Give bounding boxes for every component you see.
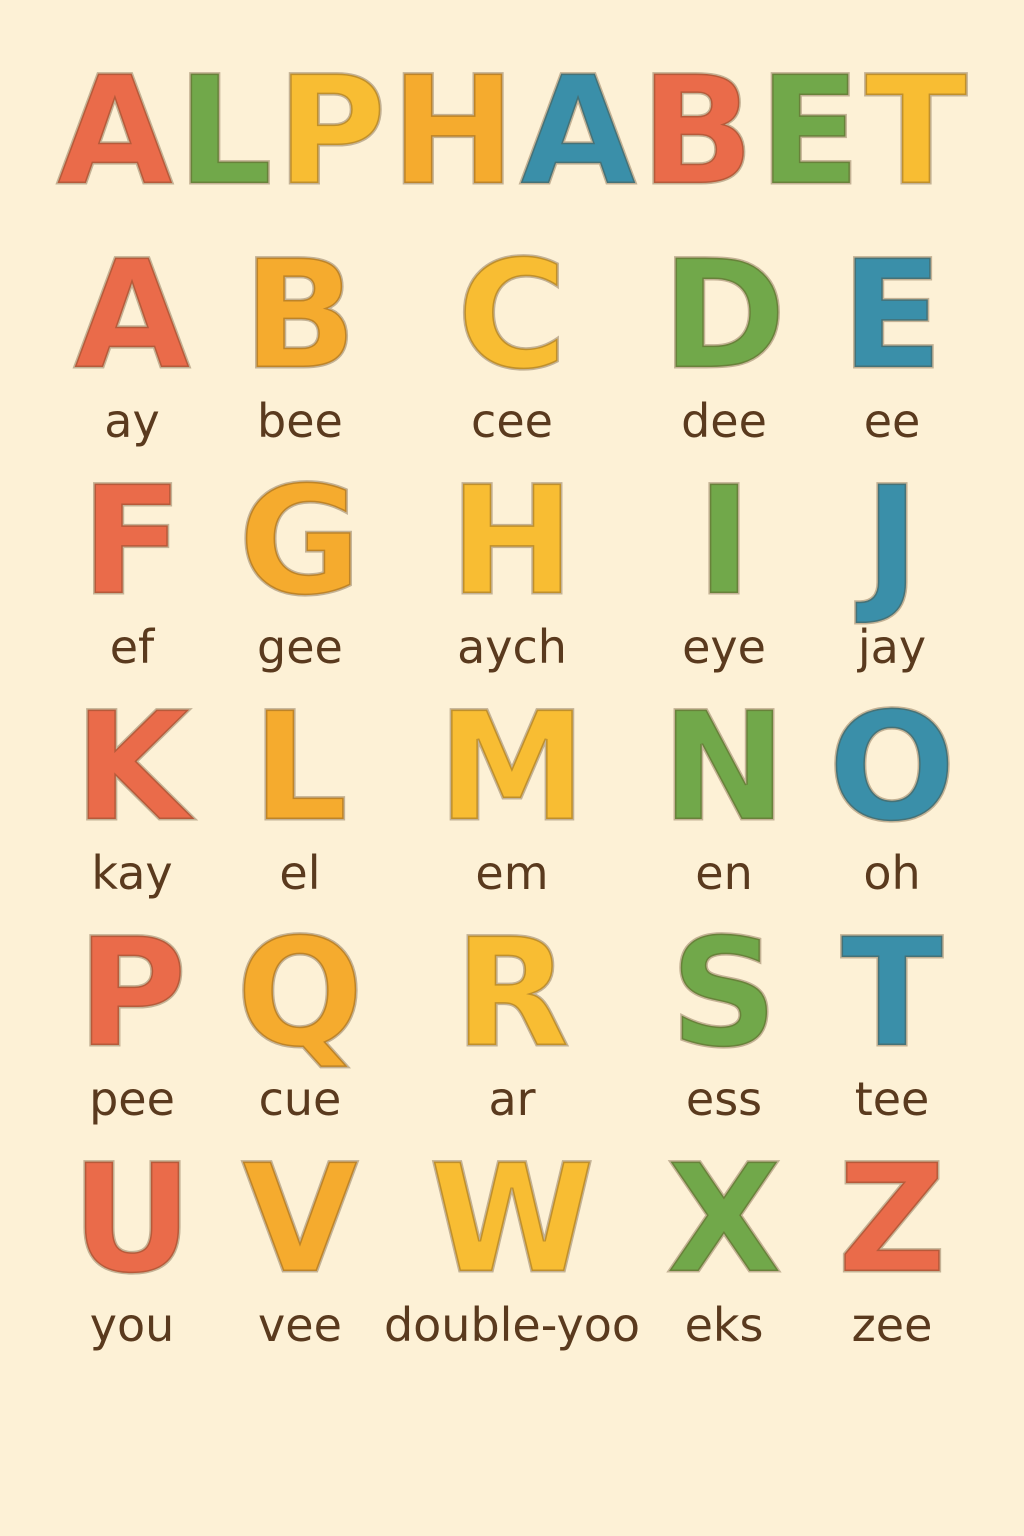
letter-card-k: Kkay — [48, 681, 216, 914]
letter-pronunciation: tee — [854, 1072, 930, 1126]
letter-glyph: R — [453, 907, 572, 1081]
letter-glyph: C — [455, 229, 568, 403]
letter-pronunciation: ee — [863, 394, 921, 448]
letter-card-w: Wdouble-yoo — [383, 1133, 641, 1366]
letter-card-t: Ttee — [808, 907, 976, 1140]
letter-glyph: H — [448, 455, 577, 629]
letter-pronunciation: double-yoo — [383, 1298, 641, 1352]
letter-pronunciation: ar — [488, 1072, 536, 1126]
letter-pronunciation: ef — [109, 620, 155, 674]
letter-glyph: I — [695, 455, 754, 629]
letter-pronunciation: cee — [471, 394, 553, 448]
letter-glyph: U — [70, 1133, 195, 1307]
letter-glyph: L — [251, 681, 350, 855]
letter-glyph: G — [237, 455, 363, 629]
letter-glyph: P — [76, 907, 189, 1081]
letter-card-q: Qcue — [216, 907, 384, 1140]
letter-card-m: Mem — [384, 681, 640, 914]
letter-pronunciation: bee — [257, 394, 343, 448]
letter-pronunciation: el — [279, 846, 321, 900]
letter-glyph: N — [660, 681, 789, 855]
poster-title: ALPHABET — [0, 45, 1024, 219]
letter-card-u: Uyou — [48, 1133, 216, 1366]
letter-glyph: A — [72, 229, 191, 403]
letter-glyph: F — [79, 455, 184, 629]
letter-grid: Aay Bbee Ccee Ddee Eee Fef Ggee Haych Ieye Jjay Kk… — [48, 229, 976, 1366]
letter-glyph: E — [839, 229, 944, 403]
letter-card-z: Zzee — [808, 1133, 976, 1366]
letter-card-l: Lel — [216, 681, 384, 914]
letter-card-i: Ieye — [640, 455, 808, 688]
title-letter: A — [55, 45, 174, 219]
letter-card-d: Ddee — [640, 229, 808, 462]
letter-glyph: S — [668, 907, 779, 1081]
title-letter: P — [275, 45, 388, 219]
title-letter: B — [639, 45, 756, 219]
letter-card-n: Nen — [640, 681, 808, 914]
letter-pronunciation: en — [695, 846, 753, 900]
letter-pronunciation: kay — [91, 846, 173, 900]
letter-glyph: D — [660, 229, 788, 403]
letter-card-e: Eee — [808, 229, 976, 462]
letter-card-f: Fef — [48, 455, 216, 688]
letter-pronunciation: ay — [104, 394, 160, 448]
letter-card-a: Aay — [48, 229, 216, 462]
letter-glyph: T — [839, 907, 944, 1081]
letter-pronunciation: eks — [684, 1298, 764, 1352]
letter-card-s: Sess — [640, 907, 808, 1140]
title-letter: L — [175, 45, 274, 219]
letter-glyph: K — [72, 681, 191, 855]
letter-glyph: Q — [235, 907, 366, 1081]
title-letter: E — [757, 45, 862, 219]
letter-pronunciation: oh — [863, 846, 921, 900]
letter-card-h: Haych — [384, 455, 640, 688]
letter-pronunciation: eye — [682, 620, 766, 674]
letter-pronunciation: em — [475, 846, 549, 900]
letter-pronunciation: jay — [857, 620, 927, 674]
letter-pronunciation: gee — [257, 620, 343, 674]
letter-card-j: Jjay — [808, 455, 976, 688]
letter-pronunciation: zee — [851, 1298, 933, 1352]
letter-card-o: Ooh — [808, 681, 976, 914]
letter-card-p: Ppee — [48, 907, 216, 1140]
letter-pronunciation: you — [89, 1298, 175, 1352]
letter-card-b: Bbee — [216, 229, 384, 462]
letter-pronunciation: ess — [685, 1072, 763, 1126]
letter-glyph: W — [428, 1133, 596, 1307]
title-letter: T — [863, 45, 968, 219]
letter-glyph: M — [436, 681, 588, 855]
letter-pronunciation: aych — [457, 620, 567, 674]
letter-card-r: Rar — [384, 907, 640, 1140]
letter-glyph: X — [665, 1133, 784, 1307]
title-letter: A — [518, 45, 637, 219]
title-letter: H — [389, 45, 518, 219]
alphabet-poster: ALPHABET Aay Bbee Ccee Ddee Eee Fef Ggee Haych I… — [0, 0, 1024, 1536]
letter-card-g: Ggee — [216, 455, 384, 688]
letter-card-v: Vvee — [216, 1133, 384, 1366]
letter-pronunciation: vee — [258, 1298, 342, 1352]
letter-glyph: Z — [836, 1133, 948, 1307]
letter-pronunciation: dee — [681, 394, 767, 448]
letter-glyph: V — [240, 1133, 359, 1307]
letter-pronunciation: pee — [89, 1072, 175, 1126]
letter-pronunciation: cue — [258, 1072, 342, 1126]
letter-card-x: Xeks — [640, 1133, 808, 1366]
letter-glyph: B — [241, 229, 358, 403]
letter-glyph: J — [863, 455, 922, 629]
letter-glyph: O — [827, 681, 958, 855]
letter-card-c: Ccee — [384, 229, 640, 462]
